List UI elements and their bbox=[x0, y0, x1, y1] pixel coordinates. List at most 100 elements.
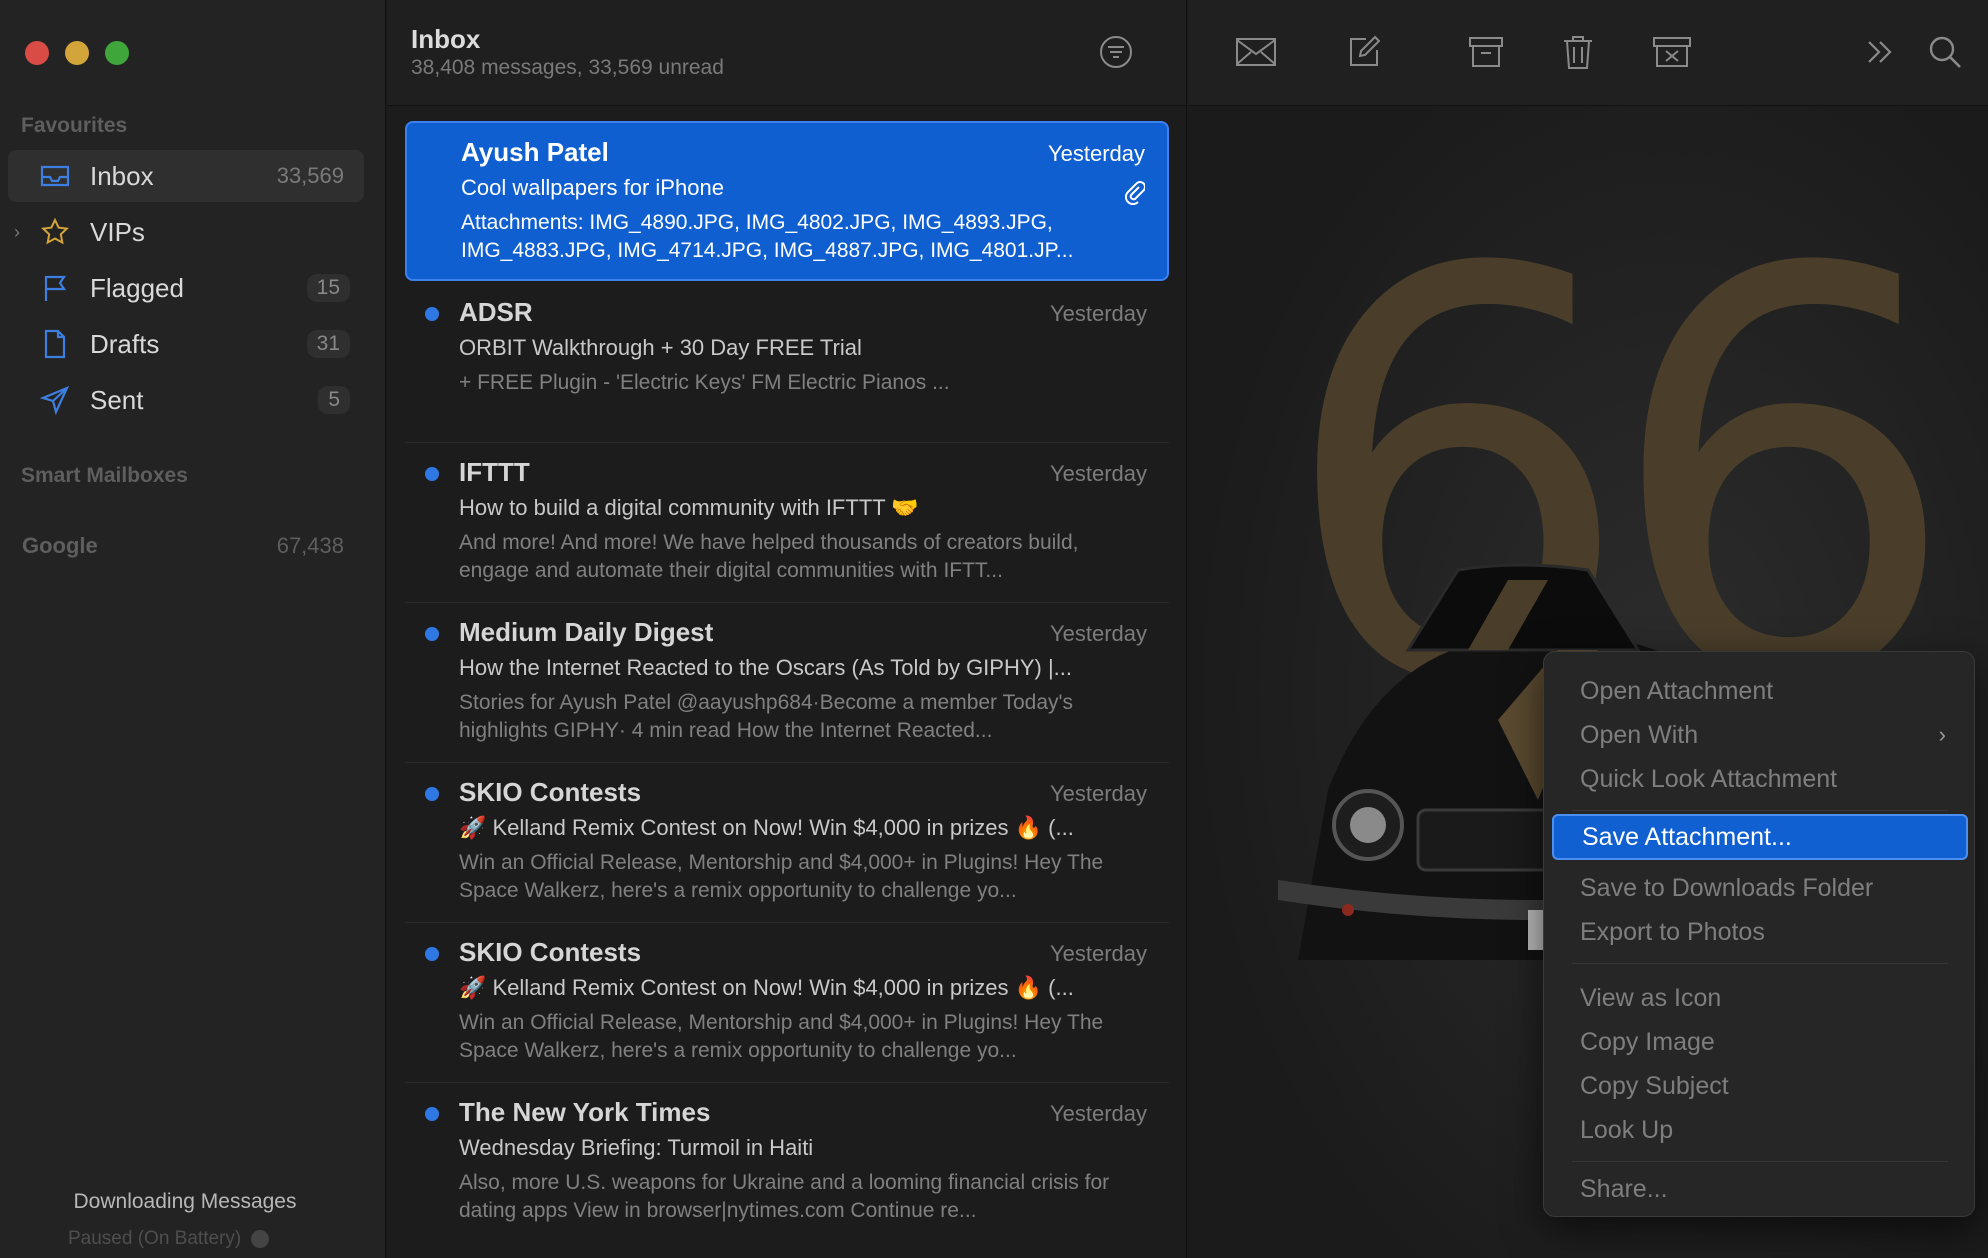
message-date: Yesterday bbox=[1049, 941, 1147, 966]
sidebar-item-vips[interactable]: VIPs bbox=[8, 206, 364, 258]
paperclip-icon bbox=[1123, 179, 1146, 210]
smart-mailboxes-heading[interactable]: Smart Mailboxes bbox=[21, 464, 188, 488]
message-date: Yesterday bbox=[1049, 461, 1147, 486]
sidebar-item-google[interactable]: Google 67,438 bbox=[8, 520, 364, 572]
menu-item-share[interactable]: Share... bbox=[1552, 1168, 1968, 1210]
message-row[interactable]: SKIO Contests Yesterday 🚀 Kelland Remix … bbox=[405, 923, 1169, 1083]
sidebar-item-flagged[interactable]: Flagged 15 bbox=[8, 262, 364, 314]
menu-item-save-attachment[interactable]: Save Attachment... bbox=[1552, 814, 1968, 860]
menu-item-quick-look[interactable]: Quick Look Attachment bbox=[1552, 758, 1968, 800]
message-sender: IFTTT bbox=[459, 457, 530, 487]
menu-item-look-up[interactable]: Look Up bbox=[1552, 1109, 1968, 1151]
compose-icon[interactable] bbox=[1342, 32, 1386, 72]
message-subject: Cool wallpapers for iPhone bbox=[461, 175, 724, 200]
message-sender: Ayush Patel bbox=[461, 137, 609, 167]
zoom-window-button[interactable] bbox=[105, 41, 129, 65]
junk-icon[interactable] bbox=[1650, 32, 1694, 72]
document-icon bbox=[38, 327, 72, 361]
sidebar-item-label: VIPs bbox=[90, 216, 145, 247]
menu-item-label: Copy Subject bbox=[1580, 1071, 1729, 1100]
message-preview: And more! And more! We have helped thous… bbox=[459, 531, 1079, 582]
flagged-count: 15 bbox=[306, 274, 350, 302]
message-preview: Win an Official Release, Mentorship and … bbox=[459, 1011, 1104, 1062]
pause-icon[interactable] bbox=[251, 1230, 270, 1248]
message-row[interactable]: Medium Daily Digest Yesterday How the In… bbox=[405, 603, 1169, 763]
sidebar-item-label: Flagged bbox=[90, 272, 184, 303]
message-row[interactable]: The New York Times Yesterday Wednesday B… bbox=[405, 1083, 1169, 1243]
message-subject: How to build a digital community with IF… bbox=[459, 495, 919, 520]
menu-item-label: Open With bbox=[1580, 720, 1699, 749]
message-subject: 🚀 Kelland Remix Contest on Now! Win $4,0… bbox=[459, 815, 1074, 840]
menu-item-label: Open Attachment bbox=[1580, 676, 1774, 705]
sidebar: Favourites Inbox 33,569 › VIPs Flagged 1… bbox=[0, 0, 386, 1258]
unread-dot bbox=[425, 627, 439, 641]
download-substatus-text: Paused (On Battery) bbox=[68, 1228, 242, 1249]
menu-item-label: Save to Downloads Folder bbox=[1580, 873, 1874, 902]
menu-item-export-to-photos[interactable]: Export to Photos bbox=[1552, 911, 1968, 953]
menu-item-copy-subject[interactable]: Copy Subject bbox=[1552, 1065, 1968, 1107]
sidebar-item-inbox[interactable]: Inbox 33,569 bbox=[8, 150, 364, 202]
search-icon[interactable] bbox=[1923, 32, 1967, 72]
message-date: Yesterday bbox=[1049, 1101, 1147, 1126]
sidebar-item-sent[interactable]: Sent 5 bbox=[8, 374, 364, 426]
mailbox-summary: 38,408 messages, 33,569 unread bbox=[411, 56, 724, 79]
message-subject: ORBIT Walkthrough + 30 Day FREE Trial bbox=[459, 335, 862, 360]
account-count: 67,438 bbox=[276, 533, 344, 558]
envelope-icon[interactable] bbox=[1234, 32, 1278, 72]
menu-item-open-with[interactable]: Open With › bbox=[1552, 714, 1968, 756]
trash-icon[interactable] bbox=[1556, 32, 1600, 72]
download-status: Downloading Messages bbox=[73, 1190, 297, 1213]
menu-item-open-attachment[interactable]: Open Attachment bbox=[1552, 670, 1968, 712]
message-row[interactable]: SKIO Contests Yesterday 🚀 Kelland Remix … bbox=[405, 763, 1169, 923]
more-chevrons-icon[interactable] bbox=[1858, 32, 1902, 72]
menu-item-save-to-downloads[interactable]: Save to Downloads Folder bbox=[1552, 867, 1968, 909]
menu-item-label: View as Icon bbox=[1580, 983, 1722, 1012]
message-sender: Medium Daily Digest bbox=[459, 617, 714, 647]
message-sender: SKIO Contests bbox=[459, 777, 642, 807]
message-list: Inbox 38,408 messages, 33,569 unread Ayu… bbox=[387, 0, 1187, 1258]
message-preview: Win an Official Release, Mentorship and … bbox=[459, 851, 1104, 902]
menu-item-label: Export to Photos bbox=[1580, 917, 1765, 946]
sidebar-item-label: Sent bbox=[90, 384, 144, 415]
message-preview: Stories for Ayush Patel @aayushp684·Beco… bbox=[459, 691, 1074, 742]
window-controls bbox=[25, 41, 129, 65]
minimize-window-button[interactable] bbox=[65, 41, 89, 65]
chevron-right-icon: › bbox=[1938, 722, 1946, 747]
message-row[interactable]: ADSR Yesterday ORBIT Walkthrough + 30 Da… bbox=[405, 283, 1169, 443]
message-sender: SKIO Contests bbox=[459, 937, 642, 967]
download-substatus: Paused (On Battery) bbox=[68, 1228, 270, 1250]
message-preview: Also, more U.S. weapons for Ukraine and … bbox=[459, 1171, 1110, 1222]
message-subject: Wednesday Briefing: Turmoil in Haiti bbox=[459, 1135, 814, 1160]
menu-separator bbox=[1572, 1161, 1948, 1162]
mailbox-title: Inbox bbox=[411, 24, 481, 54]
menu-item-copy-image[interactable]: Copy Image bbox=[1552, 1021, 1968, 1063]
account-label: Google bbox=[22, 533, 98, 558]
filter-icon[interactable] bbox=[1098, 34, 1134, 70]
attachment-context-menu: Open Attachment Open With › Quick Look At… bbox=[1543, 651, 1975, 1217]
message-sender: The New York Times bbox=[459, 1097, 711, 1127]
unread-dot bbox=[425, 307, 439, 321]
star-icon bbox=[38, 215, 72, 249]
message-date: Yesterday bbox=[1049, 621, 1147, 646]
menu-item-label: Save Attachment... bbox=[1582, 822, 1792, 851]
drafts-count: 31 bbox=[306, 330, 350, 358]
archive-icon[interactable] bbox=[1464, 32, 1508, 72]
sent-count: 5 bbox=[318, 386, 350, 414]
flag-icon bbox=[38, 271, 72, 305]
menu-item-view-as-icon[interactable]: View as Icon bbox=[1552, 977, 1968, 1019]
inbox-icon bbox=[38, 159, 72, 193]
close-window-button[interactable] bbox=[25, 41, 49, 65]
favourites-heading: Favourites bbox=[21, 114, 128, 137]
sidebar-item-drafts[interactable]: Drafts 31 bbox=[8, 318, 364, 370]
message-subject: 🚀 Kelland Remix Contest on Now! Win $4,0… bbox=[459, 975, 1074, 1000]
list-header: Inbox 38,408 messages, 33,569 unread bbox=[387, 0, 1186, 106]
unread-dot bbox=[425, 947, 439, 961]
menu-separator bbox=[1572, 810, 1948, 811]
paper-plane-icon bbox=[38, 383, 72, 417]
message-date: Yesterday bbox=[1047, 141, 1145, 166]
unread-dot bbox=[425, 1107, 439, 1121]
message-row[interactable]: Ayush Patel Yesterday Cool wallpapers fo… bbox=[405, 121, 1169, 281]
message-row[interactable]: IFTTT Yesterday How to build a digital c… bbox=[405, 443, 1169, 603]
menu-separator bbox=[1572, 963, 1948, 964]
menu-item-label: Look Up bbox=[1580, 1115, 1674, 1144]
